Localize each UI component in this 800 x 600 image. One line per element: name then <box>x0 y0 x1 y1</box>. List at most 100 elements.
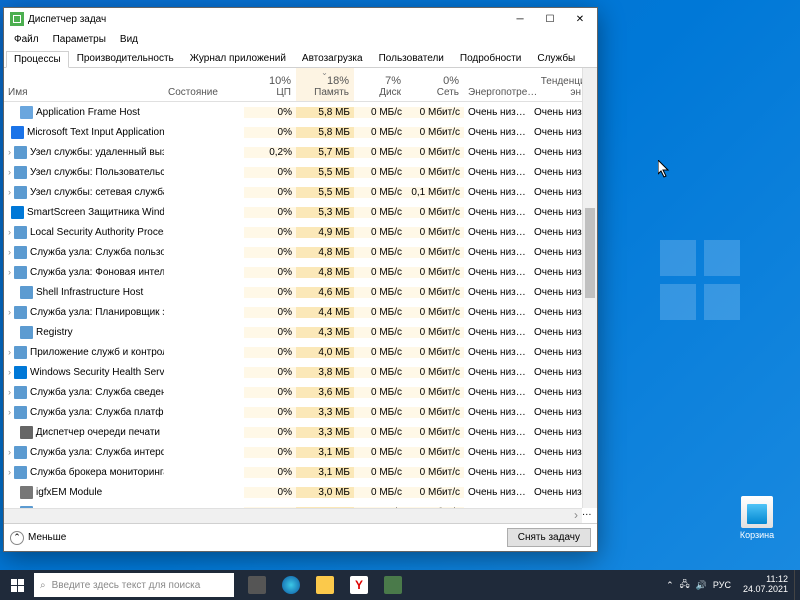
expand-icon[interactable]: › <box>8 347 11 357</box>
table-row[interactable]: Shell Infrastructure Host0%4,6 МБ0 МБ/с0… <box>4 282 597 302</box>
table-row[interactable]: ›Local Security Authority Process…0%4,9 … <box>4 222 597 242</box>
taskbar-clock[interactable]: 11:12 24.07.2021 <box>737 575 794 595</box>
expand-icon[interactable]: › <box>8 447 11 457</box>
explorer-button[interactable] <box>308 570 342 600</box>
tab-app-history[interactable]: Журнал приложений <box>182 50 294 67</box>
titlebar[interactable]: Диспетчер задач ─ ☐ ✕ <box>4 8 597 30</box>
expand-icon[interactable]: › <box>8 167 11 177</box>
table-row[interactable]: ›Служба узла: Служба пользов…0%4,8 МБ0 М… <box>4 242 597 262</box>
fewer-details-button[interactable]: ⌃ Меньше <box>10 531 66 545</box>
cell-cpu: 0% <box>244 247 296 258</box>
cell-disk: 0 МБ/с <box>354 327 406 338</box>
process-name: Служба узла: Служба интерфе… <box>30 447 164 458</box>
table-row[interactable]: igfxEM Module0%3,0 МБ0 МБ/с0 Мбит/сОчень… <box>4 482 597 502</box>
cell-memory: 4,8 МБ <box>296 247 354 258</box>
recycle-bin-icon[interactable]: Корзина <box>729 496 785 540</box>
tab-details[interactable]: Подробности <box>452 50 529 67</box>
network-icon[interactable]: 🖧 <box>680 577 690 593</box>
tab-performance[interactable]: Производительность <box>69 50 182 67</box>
cell-memory: 4,6 МБ <box>296 287 354 298</box>
expand-icon[interactable]: › <box>8 307 11 317</box>
menu-options[interactable]: Параметры <box>47 33 112 46</box>
scrollbar-thumb[interactable] <box>585 208 595 298</box>
expand-icon[interactable]: › <box>8 467 11 477</box>
tab-processes[interactable]: Процессы <box>6 51 69 68</box>
cell-disk: 0 МБ/с <box>354 387 406 398</box>
show-desktop-button[interactable] <box>794 570 800 600</box>
process-icon <box>20 106 33 119</box>
process-name: Служба брокера мониторинга… <box>30 467 164 478</box>
table-row[interactable]: ›Служба узла: Планировщик з…0%4,4 МБ0 МБ… <box>4 302 597 322</box>
col-status[interactable]: Состояние <box>164 68 244 101</box>
menu-view[interactable]: Вид <box>114 33 144 46</box>
language-indicator[interactable]: РУС <box>713 580 731 590</box>
task-view-button[interactable] <box>240 570 274 600</box>
table-row[interactable]: SmartScreen Защитника Windo…0%5,3 МБ0 МБ… <box>4 202 597 222</box>
expand-icon[interactable]: › <box>8 187 11 197</box>
horizontal-scrollbar[interactable] <box>4 508 582 523</box>
tab-startup[interactable]: Автозагрузка <box>294 50 371 67</box>
maximize-button[interactable]: ☐ <box>535 9 565 29</box>
tab-services[interactable]: Службы <box>529 50 583 67</box>
close-button[interactable]: ✕ <box>565 9 595 29</box>
table-row[interactable]: ›Узел службы: Пользовательск…0%5,5 МБ0 М… <box>4 162 597 182</box>
table-row[interactable]: Microsoft Text Input Application0%5,8 МБ… <box>4 122 597 142</box>
table-row[interactable]: ›Узел службы: сетевая служба0%5,5 МБ0 МБ… <box>4 182 597 202</box>
process-name: Узел службы: Пользовательск… <box>30 167 164 178</box>
table-row[interactable]: ›Служба узла: Фоновая интелл…0%4,8 МБ0 М… <box>4 262 597 282</box>
col-disk[interactable]: 7%Диск <box>354 68 406 101</box>
cell-name: ›Служба узла: Служба сведени… <box>4 386 164 399</box>
minimize-button[interactable]: ─ <box>505 9 535 29</box>
table-row[interactable]: Application Frame Host0%5,8 МБ0 МБ/с0 Мб… <box>4 102 597 122</box>
chevron-up-icon: ⌃ <box>10 531 24 545</box>
col-network[interactable]: 0%Сеть <box>406 68 464 101</box>
expand-icon[interactable]: › <box>8 367 11 377</box>
expand-icon[interactable]: › <box>8 267 11 277</box>
yandex-button[interactable]: Y <box>342 570 376 600</box>
process-name: Диспетчер очереди печати <box>36 427 160 438</box>
start-button[interactable] <box>0 570 34 600</box>
cell-network: 0 Мбит/с <box>406 267 464 278</box>
table-row[interactable]: ›Windows Security Health Service0%3,8 МБ… <box>4 362 597 382</box>
menu-file[interactable]: Файл <box>8 33 45 46</box>
edge-button[interactable] <box>274 570 308 600</box>
task-manager-button[interactable] <box>376 570 410 600</box>
process-name: igfxEM Module <box>36 487 102 498</box>
cell-cpu: 0% <box>244 107 296 118</box>
cell-memory: 3,6 МБ <box>296 387 354 398</box>
table-body[interactable]: Application Frame Host0%5,8 МБ0 МБ/с0 Мб… <box>4 102 597 523</box>
cell-name: Application Frame Host <box>4 106 164 119</box>
table-row[interactable]: ›Приложение служб и контрол…0%4,0 МБ0 МБ… <box>4 342 597 362</box>
table-row[interactable]: Registry0%4,3 МБ0 МБ/с0 Мбит/сОчень низк… <box>4 322 597 342</box>
volume-icon[interactable]: 🔊 <box>696 580 707 591</box>
table-row[interactable]: Диспетчер очереди печати0%3,3 МБ0 МБ/с0 … <box>4 422 597 442</box>
table-row[interactable]: ›Узел службы: удаленный выз…0,2%5,7 МБ0 … <box>4 142 597 162</box>
cell-cpu: 0% <box>244 467 296 478</box>
expand-icon[interactable]: › <box>8 407 11 417</box>
end-task-button[interactable]: Снять задачу <box>507 528 591 547</box>
cell-memory: 5,5 МБ <box>296 187 354 198</box>
vertical-scrollbar[interactable] <box>582 68 597 508</box>
cell-power: Очень низкое <box>464 247 530 258</box>
table-row[interactable]: ›Служба узла: Служба сведени… 0%3,6 МБ0 М… <box>4 382 597 402</box>
expand-icon[interactable]: › <box>8 147 11 157</box>
expand-icon[interactable]: › <box>8 247 11 257</box>
col-name[interactable]: Имя <box>4 68 164 101</box>
table-row[interactable]: ›Служба брокера мониторинга…0%3,1 МБ0 МБ… <box>4 462 597 482</box>
col-cpu[interactable]: 10%ЦП <box>244 68 296 101</box>
cell-disk: 0 МБ/с <box>354 267 406 278</box>
system-tray[interactable]: ⌃ 🖧 🔊 РУС <box>660 577 737 593</box>
tray-chevron-icon[interactable]: ⌃ <box>666 580 674 591</box>
table-row[interactable]: ›Служба узла: Служба интерфе…0%3,1 МБ0 М… <box>4 442 597 462</box>
col-memory[interactable]: ⌄18%Память <box>296 68 354 101</box>
expand-icon[interactable]: › <box>8 227 11 237</box>
table-row[interactable]: ›Служба узла: Служба платфо…0%3,3 МБ0 МБ… <box>4 402 597 422</box>
cell-disk: 0 МБ/с <box>354 127 406 138</box>
search-icon: ⌕ <box>40 580 46 591</box>
cell-cpu: 0% <box>244 127 296 138</box>
tab-users[interactable]: Пользователи <box>371 50 452 67</box>
expand-icon[interactable]: › <box>8 387 11 397</box>
cell-cpu: 0% <box>244 387 296 398</box>
col-power[interactable]: Энергопотре… <box>464 68 530 101</box>
taskbar-search[interactable]: ⌕ Введите здесь текст для поиска <box>34 573 234 597</box>
